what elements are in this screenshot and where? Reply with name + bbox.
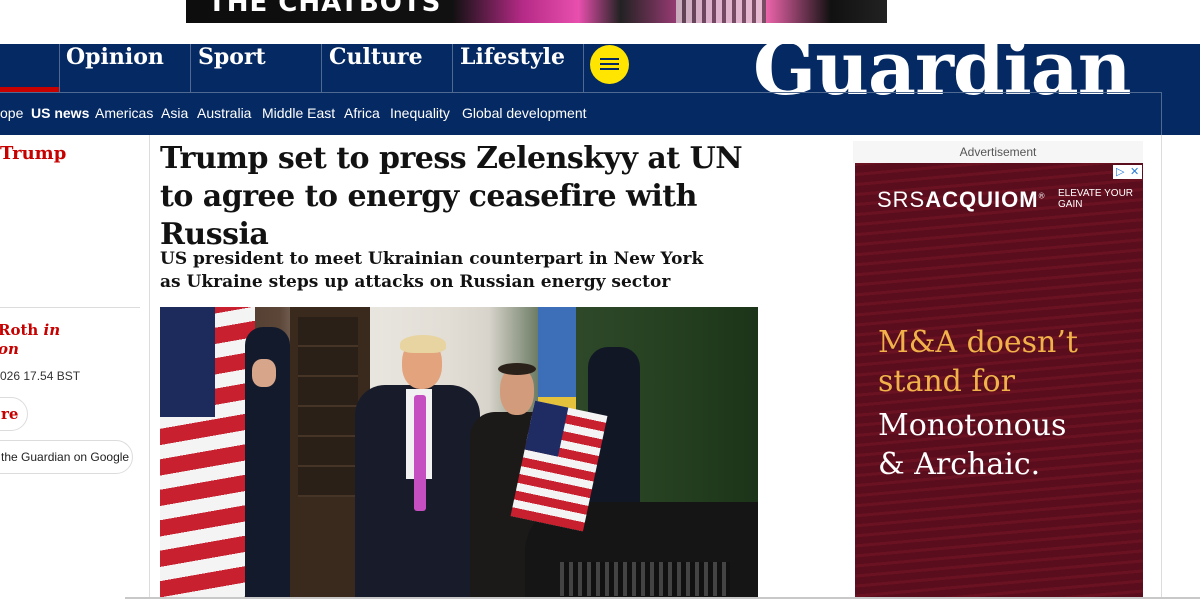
subnav-item-asia[interactable]: Asia xyxy=(161,105,188,121)
pillar-sport-label: Sport xyxy=(198,44,266,70)
pillar-culture-label: Culture xyxy=(329,44,423,70)
pillar-news[interactable] xyxy=(0,44,60,92)
subnav-item-inequality[interactable]: Inequality xyxy=(390,105,450,121)
ad-info-icon: ▷ xyxy=(1116,166,1125,178)
article-standfirst: US president to meet Ukrainian counterpa… xyxy=(160,249,704,292)
ad-choices-icon[interactable]: ▷ ✕ xyxy=(1113,165,1142,179)
byline-name: Roth xyxy=(0,321,39,339)
ad-headline-line-4: & Archaic. xyxy=(878,447,1041,482)
follow-on-google-label: the Guardian on Google xyxy=(1,450,130,464)
meta-divider xyxy=(0,307,140,308)
pillar-lifestyle[interactable]: Lifestyle xyxy=(453,44,584,92)
subnav-item-australia[interactable]: Australia xyxy=(197,105,251,121)
ad-brand-mark: ® xyxy=(1038,191,1046,201)
byline[interactable]: Roth in on xyxy=(0,321,60,359)
subnav-item-europe[interactable]: ope xyxy=(0,105,23,121)
site-navigation: Opinion Sport Culture Lifestyle Guardian… xyxy=(0,26,1200,135)
menu-icon-line-1 xyxy=(600,58,619,60)
ad-tagline: ELEVATE YOUR GAIN xyxy=(1058,188,1134,210)
article-headline: Trump set to press Zelenskyy at UN to ag… xyxy=(160,141,743,252)
byline-location: on xyxy=(0,340,19,358)
honor-guard-left-face xyxy=(252,359,276,387)
top-banner-ad[interactable]: THE CHATBOTS xyxy=(186,0,887,23)
ad-close-icon: ✕ xyxy=(1130,166,1140,178)
follow-on-google-button[interactable]: the Guardian on Google xyxy=(0,440,133,474)
publish-date: 026 17.54 BST xyxy=(0,369,81,383)
ad-brand-prefix: SRS xyxy=(877,187,926,212)
top-banner-ad-text: THE CHATBOTS xyxy=(208,0,442,18)
share-button[interactable]: re xyxy=(0,397,28,431)
pillar-opinion[interactable]: Opinion xyxy=(59,44,191,92)
pillar-culture[interactable]: Culture xyxy=(322,44,453,92)
ad-headline-line-2: stand for xyxy=(878,364,1015,399)
ad-headline-line-1: M&A doesn’t xyxy=(878,325,1078,360)
menu-button[interactable] xyxy=(590,45,629,84)
ad-headline-line-3: Monotonous xyxy=(878,408,1067,443)
subnav-item-africa[interactable]: Africa xyxy=(344,105,380,121)
pillar-lifestyle-label: Lifestyle xyxy=(460,44,565,70)
vehicle-grille xyxy=(560,562,730,596)
column-divider-left xyxy=(149,135,150,599)
person-left-hair xyxy=(400,335,446,353)
door-window xyxy=(298,317,358,497)
person-right-hair xyxy=(498,363,536,375)
subnav-item-us-news[interactable]: US news xyxy=(31,105,89,121)
subnav: ope US news Americas Asia Australia Midd… xyxy=(0,92,1162,135)
pillar-opinion-label: Opinion xyxy=(66,44,164,70)
subnav-item-americas[interactable]: Americas xyxy=(95,105,153,121)
subnav-item-middle-east[interactable]: Middle East xyxy=(262,105,335,121)
ad-brand-logo: SRSACQUIOM® xyxy=(877,187,1045,213)
share-button-label: re xyxy=(1,405,19,423)
person-left-tie xyxy=(414,395,426,511)
ad-brand-name: ACQUIOM xyxy=(925,187,1039,212)
article-main-photo[interactable] xyxy=(160,307,758,599)
article-meta: Trump Roth in on 026 17.54 BST re the Gu… xyxy=(0,135,140,599)
menu-icon-line-2 xyxy=(600,63,619,65)
advertisement-label: Advertisement xyxy=(853,141,1143,163)
subnav-item-global-development[interactable]: Global development xyxy=(462,105,587,121)
top-banner-ad-image xyxy=(676,0,766,23)
column-divider-right xyxy=(1161,135,1162,599)
byline-in: in xyxy=(43,321,61,339)
menu-icon-line-3 xyxy=(600,68,619,70)
series-label[interactable]: Trump xyxy=(0,143,66,164)
us-flag-left xyxy=(160,307,255,599)
pillar-sport[interactable]: Sport xyxy=(191,44,322,92)
